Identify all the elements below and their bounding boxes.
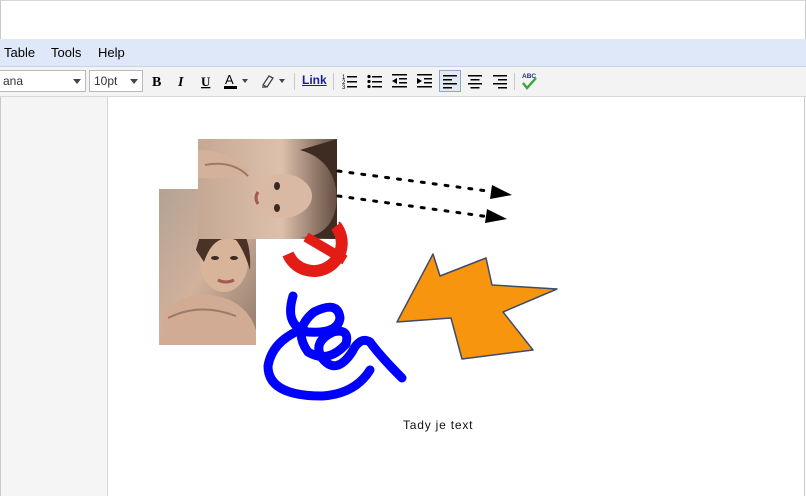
photo-portrait-rotated[interactable]	[198, 139, 337, 239]
scribble-shape[interactable]	[263, 291, 407, 401]
dotted-arrow-upper[interactable]	[336, 169, 512, 199]
star-burst-shape[interactable]	[396, 253, 558, 360]
dotted-arrow-lower[interactable]	[336, 194, 507, 223]
document-text[interactable]: Tady je text	[403, 418, 473, 432]
